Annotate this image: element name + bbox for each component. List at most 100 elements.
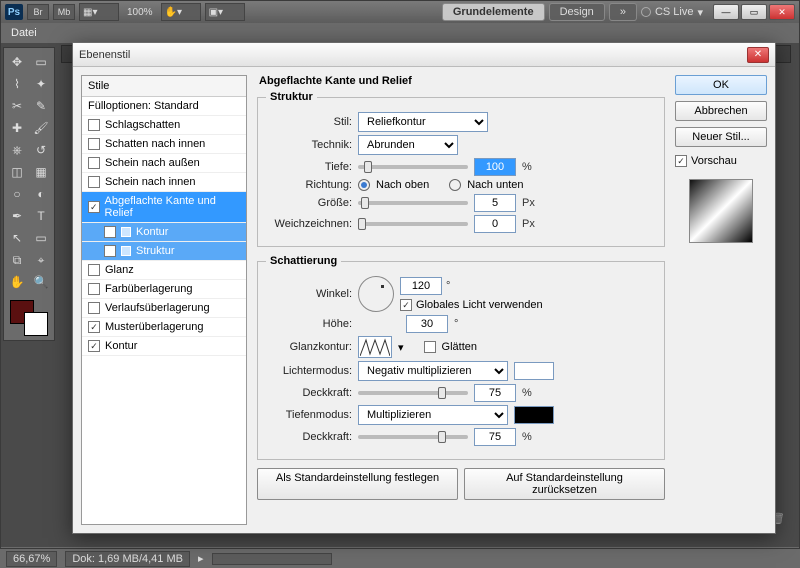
style-row-6[interactable]: Struktur bbox=[82, 242, 246, 261]
stamp-tool[interactable]: ⎈ bbox=[6, 140, 28, 160]
style-checkbox[interactable] bbox=[104, 245, 116, 257]
path-tool[interactable]: ↖ bbox=[6, 228, 28, 248]
deckkraft2-label: Deckkraft: bbox=[266, 431, 352, 443]
wand-tool[interactable]: ✦ bbox=[30, 74, 52, 94]
richtung-up-radio[interactable] bbox=[358, 179, 370, 191]
winkel-input[interactable] bbox=[400, 277, 442, 295]
brush-tool[interactable]: 🖌 bbox=[30, 118, 52, 138]
style-row-10[interactable]: Musterüberlagerung bbox=[82, 318, 246, 337]
deckkraft2-input[interactable] bbox=[474, 428, 516, 446]
tiefe-slider[interactable] bbox=[358, 165, 468, 169]
hoehe-input[interactable] bbox=[406, 315, 448, 333]
arrange-combo[interactable]: ▣▾ bbox=[205, 3, 245, 21]
bridge-button[interactable]: Br bbox=[27, 4, 49, 20]
background-swatch[interactable] bbox=[24, 312, 48, 336]
tiefe-input[interactable] bbox=[474, 158, 516, 176]
style-checkbox[interactable] bbox=[88, 119, 100, 131]
groesse-slider[interactable] bbox=[358, 201, 468, 205]
richtung-down-radio[interactable] bbox=[449, 179, 461, 191]
style-checkbox[interactable] bbox=[88, 138, 100, 150]
history-brush-tool[interactable]: ↺ bbox=[30, 140, 52, 160]
workspace-design[interactable]: Design bbox=[549, 3, 605, 21]
style-checkbox[interactable] bbox=[88, 283, 100, 295]
cancel-button[interactable]: Abbrechen bbox=[675, 101, 767, 121]
dodge-tool[interactable]: ◐ bbox=[30, 184, 52, 204]
pen-tool[interactable]: ✒ bbox=[6, 206, 28, 226]
menu-datei[interactable]: Datei bbox=[11, 27, 37, 39]
blending-options-row[interactable]: Fülloptionen: Standard bbox=[82, 97, 246, 116]
status-doc[interactable]: Dok: 1,69 MB/4,41 MB bbox=[65, 551, 190, 567]
tiefen-color[interactable] bbox=[514, 406, 554, 424]
lichtermodus-select[interactable]: Negativ multiplizieren bbox=[358, 361, 508, 381]
crop-tool[interactable]: ✂ bbox=[6, 96, 28, 116]
hand-combo[interactable]: ✋▾ bbox=[161, 3, 201, 21]
style-row-0[interactable]: Schlagschatten bbox=[82, 116, 246, 135]
styles-header[interactable]: Stile bbox=[82, 76, 246, 97]
color-swatches[interactable] bbox=[10, 300, 50, 336]
status-zoom[interactable]: 66,67% bbox=[6, 551, 57, 567]
style-row-4[interactable]: Abgeflachte Kante und Relief bbox=[82, 192, 246, 223]
move-tool[interactable]: ✥ bbox=[6, 52, 28, 72]
weichzeichnen-slider[interactable] bbox=[358, 222, 468, 226]
technik-select[interactable]: Abrunden bbox=[358, 135, 458, 155]
glaetten-checkbox[interactable] bbox=[424, 341, 436, 353]
type-tool[interactable]: T bbox=[30, 206, 52, 226]
screenmode-combo[interactable]: ▦▾ bbox=[79, 3, 119, 21]
h-scrollbar[interactable] bbox=[212, 553, 332, 565]
style-row-9[interactable]: Verlaufsüberlagerung bbox=[82, 299, 246, 318]
style-row-3[interactable]: Schein nach innen bbox=[82, 173, 246, 192]
default-reset-button[interactable]: Auf Standardeinstellung zurücksetzen bbox=[464, 468, 665, 500]
glanzkontur-picker[interactable] bbox=[358, 336, 392, 358]
style-row-2[interactable]: Schein nach außen bbox=[82, 154, 246, 173]
preview-checkbox[interactable] bbox=[675, 155, 687, 167]
eraser-tool[interactable]: ◫ bbox=[6, 162, 28, 182]
minimize-button[interactable]: — bbox=[713, 4, 739, 20]
marquee-tool[interactable]: ▭ bbox=[30, 52, 52, 72]
style-checkbox[interactable] bbox=[88, 302, 100, 314]
global-licht-checkbox[interactable] bbox=[400, 299, 412, 311]
shape-tool[interactable]: ▭ bbox=[30, 228, 52, 248]
deckkraft1-slider[interactable] bbox=[358, 391, 468, 395]
new-style-button[interactable]: Neuer Stil... bbox=[675, 127, 767, 147]
lichter-color[interactable] bbox=[514, 362, 554, 380]
style-checkbox[interactable] bbox=[88, 201, 100, 213]
style-checkbox[interactable] bbox=[88, 157, 100, 169]
deckkraft1-input[interactable] bbox=[474, 384, 516, 402]
cslive-button[interactable]: CS Live▾ bbox=[641, 6, 703, 19]
default-set-button[interactable]: Als Standardeinstellung festlegen bbox=[257, 468, 458, 500]
workspace-grundelemente[interactable]: Grundelemente bbox=[442, 3, 545, 21]
stil-select[interactable]: Reliefkontur bbox=[358, 112, 488, 132]
zoom-label[interactable]: 100% bbox=[123, 7, 157, 18]
style-row-11[interactable]: Kontur bbox=[82, 337, 246, 356]
style-row-5[interactable]: Kontur bbox=[82, 223, 246, 242]
style-row-8[interactable]: Farbüberlagerung bbox=[82, 280, 246, 299]
style-checkbox[interactable] bbox=[88, 264, 100, 276]
dialog-close-button[interactable]: ✕ bbox=[747, 47, 769, 63]
3dcam-tool[interactable]: ⌖ bbox=[30, 250, 52, 270]
lasso-tool[interactable]: ⌇ bbox=[6, 74, 28, 94]
groesse-input[interactable] bbox=[474, 194, 516, 212]
blur-tool[interactable]: ○ bbox=[6, 184, 28, 204]
weichzeichnen-input[interactable] bbox=[474, 215, 516, 233]
style-checkbox[interactable] bbox=[88, 176, 100, 188]
workspace-more[interactable]: » bbox=[609, 3, 637, 21]
style-checkbox[interactable] bbox=[104, 226, 116, 238]
tiefenmodus-select[interactable]: Multiplizieren bbox=[358, 405, 508, 425]
maximize-button[interactable]: ▭ bbox=[741, 4, 767, 20]
minibridge-button[interactable]: Mb bbox=[53, 4, 75, 20]
dialog-titlebar[interactable]: Ebenenstil ✕ bbox=[73, 43, 775, 67]
style-row-1[interactable]: Schatten nach innen bbox=[82, 135, 246, 154]
hand-tool[interactable]: ✋ bbox=[6, 272, 28, 292]
angle-dial[interactable] bbox=[358, 276, 394, 312]
style-row-7[interactable]: Glanz bbox=[82, 261, 246, 280]
heal-tool[interactable]: ✚ bbox=[6, 118, 28, 138]
deckkraft2-slider[interactable] bbox=[358, 435, 468, 439]
ok-button[interactable]: OK bbox=[675, 75, 767, 95]
zoom-tool[interactable]: 🔍 bbox=[30, 272, 52, 292]
eyedropper-tool[interactable]: ✎ bbox=[30, 96, 52, 116]
gradient-tool[interactable]: ▦ bbox=[30, 162, 52, 182]
3d-tool[interactable]: ⧉ bbox=[6, 250, 28, 270]
style-checkbox[interactable] bbox=[88, 340, 100, 352]
style-checkbox[interactable] bbox=[88, 321, 100, 333]
close-app-button[interactable]: ✕ bbox=[769, 4, 795, 20]
